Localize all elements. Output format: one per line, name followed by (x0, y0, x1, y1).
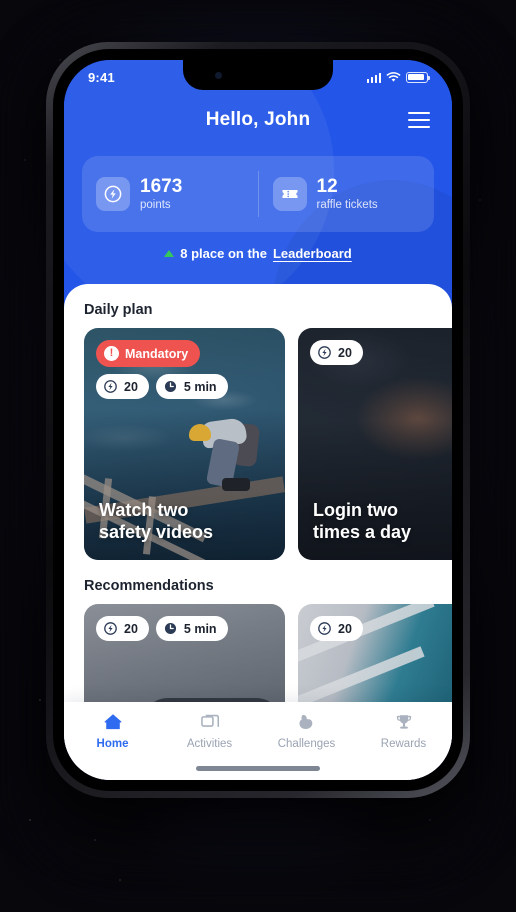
lightning-bolt-icon (96, 177, 130, 211)
lightning-bolt-icon (318, 622, 331, 635)
clock-icon (164, 622, 176, 635)
points-pill-value: 20 (124, 379, 138, 394)
section-title-daily-plan: Daily plan (84, 302, 153, 318)
tickets-value: 12 (316, 175, 338, 197)
points-label: points (140, 199, 171, 212)
ticket-icon (272, 177, 307, 211)
points-pill-value: 20 (338, 345, 352, 360)
card-pill-row: 20 (310, 616, 363, 641)
wifi-icon (386, 71, 401, 82)
home-icon (104, 714, 121, 730)
card-badges: ! Mandatory 20 5 min (96, 340, 228, 399)
card-badges: 20 (310, 340, 363, 365)
hard-hat-shape (189, 424, 211, 441)
phone-bezel: 9:41 Hello, John 1673 points 12 raffle t… (53, 49, 463, 791)
worker-boot-shape (222, 478, 250, 491)
daily-plan-card-rail[interactable]: ! Mandatory 20 5 min Watch two safety vi… (64, 328, 452, 560)
tab-rewards-label: Rewards (380, 738, 427, 750)
screenshot-stage: 9:41 Hello, John 1673 points 12 raffle t… (0, 0, 516, 912)
phone-screen: 9:41 Hello, John 1673 points 12 raffle t… (64, 60, 452, 780)
card-pill-row: 20 (310, 340, 363, 365)
duration-pill-value: 5 min (183, 621, 217, 636)
card-pill-row: 20 5 min (96, 374, 228, 399)
points-pill: 20 (310, 340, 363, 365)
tab-challenges-label: Challenges (277, 738, 336, 750)
points-pill-value: 20 (338, 621, 352, 636)
bicep-icon (298, 714, 312, 729)
mandatory-badge: ! Mandatory (96, 340, 201, 367)
leaderboard-link[interactable]: Leaderboard (273, 246, 352, 261)
page-title: Hello, John (205, 109, 311, 130)
daily-plan-card-safety-videos[interactable]: ! Mandatory 20 5 min Watch two safety vi… (84, 328, 285, 560)
phone-device-frame: 9:41 Hello, John 1673 points 12 raffle t… (46, 42, 470, 798)
points-value: 1673 (140, 175, 183, 197)
folders-icon (200, 714, 219, 727)
front-camera-icon (215, 72, 222, 79)
card-title: Login two times a day (313, 500, 412, 543)
lightning-bolt-icon (104, 622, 117, 635)
status-bar-time: 9:41 (88, 69, 115, 85)
mandatory-label: Mandatory (125, 346, 189, 361)
duration-pill: 5 min (155, 616, 228, 641)
points-pill-value: 20 (124, 621, 138, 636)
signal-bars-icon (366, 72, 381, 83)
stat-tickets-text: 12 raffle tickets (316, 175, 378, 212)
card-badges: 20 5 min (96, 616, 228, 641)
bottom-tab-bar: Home Activities Challenges Rewards (64, 702, 452, 780)
tab-challenges[interactable]: Challenges (258, 711, 355, 750)
triangle-up-icon (164, 250, 175, 257)
tab-rewards[interactable]: Rewards (355, 711, 452, 750)
stat-points[interactable]: 1673 points (82, 175, 258, 212)
tab-activities[interactable]: Activities (161, 711, 258, 750)
tab-home[interactable]: Home (64, 711, 161, 750)
points-pill: 20 (96, 374, 149, 399)
tab-home-label: Home (96, 738, 129, 750)
stats-card: 1673 points 12 raffle tickets (82, 156, 434, 232)
card-badges: 20 (310, 616, 363, 641)
lightning-bolt-icon (104, 380, 117, 393)
tickets-label: raffle tickets (316, 199, 378, 212)
app-top-bar: Hello, John (64, 98, 452, 142)
exclamation-icon: ! (104, 346, 119, 361)
daily-plan-card-login-twice[interactable]: 20 Login two times a day (298, 328, 452, 560)
device-notch (183, 60, 333, 90)
battery-icon (406, 71, 431, 83)
hamburger-menu-icon[interactable] (408, 112, 430, 128)
card-pill-row: 20 5 min (96, 616, 228, 641)
trophy-icon (396, 715, 411, 729)
section-title-recommendations: Recommendations (84, 578, 214, 594)
content-sheet: Daily plan ! Mandatory 20 5 min Watch tw… (64, 284, 452, 780)
stat-raffle-tickets[interactable]: 12 raffle tickets (259, 175, 435, 212)
clock-icon (164, 380, 176, 393)
leaderboard-row[interactable]: 8 place on the Leaderboard (64, 246, 452, 261)
card-title: Watch two safety videos (99, 500, 214, 543)
stat-points-text: 1673 points (140, 175, 183, 212)
leaderboard-prefix: 8 place on the (180, 246, 267, 261)
points-pill: 20 (310, 616, 363, 641)
status-bar-indicators (366, 71, 431, 83)
home-indicator[interactable] (196, 766, 320, 771)
duration-pill-value: 5 min (183, 379, 217, 394)
duration-pill: 5 min (155, 374, 228, 399)
lightning-bolt-icon (318, 346, 331, 359)
points-pill: 20 (96, 616, 149, 641)
tab-activities-label: Activities (186, 738, 233, 750)
